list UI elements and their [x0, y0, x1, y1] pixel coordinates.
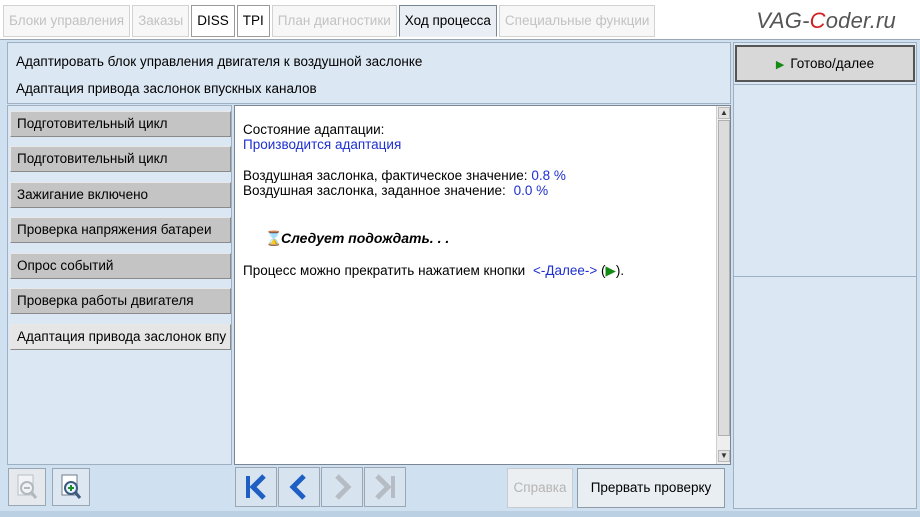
- ready-next-label: Готово/далее: [790, 56, 875, 71]
- step-item[interactable]: Зажигание включено: [10, 182, 231, 208]
- actual-value-label: Воздушная заслонка, фактическое значение…: [243, 168, 528, 183]
- tab-control-units[interactable]: Блоки управления: [3, 5, 131, 37]
- brand-highlight: C: [809, 8, 826, 33]
- tab-diagnostic-plan[interactable]: План диагностики: [271, 5, 397, 37]
- zoom-out-icon: [17, 474, 38, 499]
- hourglass-icon: ⌛: [265, 230, 283, 246]
- step-item[interactable]: Опрос событий: [10, 253, 231, 279]
- tab-orders[interactable]: Заказы: [132, 5, 190, 37]
- window-bottom-edge: [0, 511, 920, 517]
- step-item[interactable]: Проверка работы двигателя: [10, 288, 231, 314]
- step-item[interactable]: Подготовительный цикл: [10, 146, 231, 172]
- zoom-out-button[interactable]: [8, 468, 46, 506]
- brand-suffix: oder.ru: [825, 8, 896, 33]
- tabs: Блоки управления Заказы DISS TPI План ди…: [3, 5, 657, 39]
- previous-step-button[interactable]: [278, 467, 320, 507]
- actual-value: 0.8 %: [531, 168, 566, 183]
- skip-to-last-icon: [375, 474, 395, 500]
- last-step-button[interactable]: [364, 467, 406, 507]
- divider: [734, 84, 916, 85]
- brand-watermark: VAG-Coder.ru: [756, 8, 896, 34]
- tab-bar: Блоки управления Заказы DISS TPI План ди…: [0, 0, 920, 40]
- next-step-button[interactable]: [321, 467, 363, 507]
- tab-special-functions[interactable]: Специальные функции: [498, 5, 656, 37]
- target-value-label: Воздушная заслонка, заданное значение:: [243, 183, 506, 198]
- scroll-down-icon[interactable]: ▼: [718, 450, 730, 462]
- divider: [734, 276, 916, 277]
- scroll-up-icon[interactable]: ▲: [718, 107, 730, 119]
- actual-value-row: Воздушная заслонка, фактическое значение…: [243, 168, 566, 183]
- adaptation-status-value: Производится адаптация: [243, 137, 402, 152]
- next-key-text: <-Далее->: [532, 263, 598, 278]
- vertical-scrollbar[interactable]: ▲ ▼: [716, 106, 730, 464]
- stop-hint: Процесс можно прекратить нажатием кнопки…: [243, 263, 624, 279]
- help-button[interactable]: Справка: [507, 468, 573, 508]
- stop-hint-text: Процесс можно прекратить нажатием кнопки: [243, 263, 526, 278]
- scroll-thumb[interactable]: [718, 120, 730, 436]
- brand-prefix: VAG-: [756, 8, 810, 33]
- wait-message: ⌛Следует подождать. . .: [265, 230, 449, 247]
- tab-process-progress[interactable]: Ход процесса: [398, 5, 497, 37]
- first-step-button[interactable]: [235, 467, 277, 507]
- target-value: 0.0 %: [513, 183, 549, 198]
- step-item[interactable]: Подготовительный цикл: [10, 111, 231, 137]
- next-icon: [335, 474, 352, 500]
- process-output-panel: Состояние адаптации: Производится адапта…: [234, 105, 731, 465]
- skip-to-first-icon: [246, 474, 266, 500]
- adaptation-status-label: Состояние адаптации:: [243, 122, 385, 137]
- wait-text: Следует подождать. . .: [281, 230, 450, 246]
- paren-close: ).: [615, 263, 625, 278]
- play-icon: ▶: [775, 59, 785, 71]
- step-item[interactable]: Проверка напряжения батареи: [10, 217, 231, 243]
- zoom-in-icon: [61, 474, 82, 499]
- step-item-current[interactable]: Адаптация привода заслонок впу: [10, 324, 231, 350]
- step-list: Подготовительный цикл Подготовительный ц…: [7, 105, 232, 465]
- bottom-toolbar: Справка Прервать проверку: [7, 466, 731, 508]
- zoom-in-button[interactable]: [52, 468, 90, 506]
- abort-test-button[interactable]: Прервать проверку: [577, 468, 725, 508]
- tab-diss[interactable]: DISS: [191, 5, 235, 37]
- procedure-header: Адаптировать блок управления двигателя к…: [7, 42, 731, 104]
- tab-tpi[interactable]: TPI: [236, 5, 270, 37]
- previous-icon: [289, 474, 306, 500]
- procedure-subtitle: Адаптация привода заслонок впускных кана…: [16, 81, 317, 96]
- procedure-title: Адаптировать блок управления двигателя к…: [16, 54, 423, 69]
- play-icon: ▶: [605, 263, 616, 278]
- right-panel: ▶ Готово/далее: [733, 42, 917, 509]
- target-value-row: Воздушная заслонка, заданное значение: 0…: [243, 183, 548, 198]
- ready-next-button[interactable]: ▶ Готово/далее: [735, 45, 915, 82]
